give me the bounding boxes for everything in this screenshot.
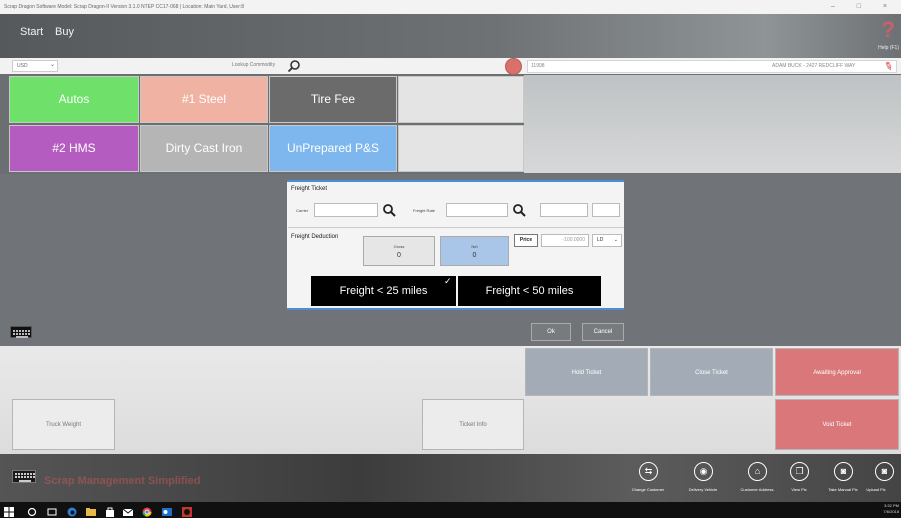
person-swap-icon[interactable]: ⇆ [639, 462, 658, 481]
edge-browser-icon[interactable] [67, 504, 77, 517]
address-icon[interactable]: ⌂ [748, 462, 767, 481]
search-icon[interactable] [27, 504, 37, 517]
mail-icon[interactable] [122, 504, 134, 516]
carrier-label: Carrier [296, 208, 309, 213]
camera-icon[interactable]: ◙ [834, 462, 853, 481]
freight-under-50-button[interactable]: Freight < 50 miles [458, 276, 601, 306]
task-view-icon[interactable] [47, 504, 57, 516]
store-icon[interactable] [105, 504, 115, 517]
car-icon[interactable]: ◉ [694, 462, 713, 481]
unit-select[interactable]: LD ⌄ [592, 234, 622, 247]
clock-date: 7/6/2018 [883, 509, 899, 514]
gross-box [363, 236, 435, 266]
commodity-tile[interactable]: Autos [9, 76, 139, 123]
commodity-tile[interactable]: #1 Steel [140, 76, 268, 123]
ok-button[interactable]: Ok [531, 323, 571, 341]
brand-watermark: Scrap Management Simplified [44, 475, 201, 487]
nav-buy[interactable]: Buy [55, 26, 74, 38]
help-icon[interactable]: ? [882, 17, 895, 43]
net-value: 0 [472, 252, 477, 259]
gross-label: Gross [393, 244, 405, 249]
carrier-input[interactable] [314, 203, 378, 217]
freight-rate-input[interactable] [446, 203, 508, 217]
commodity-tile[interactable]: Tire Fee [269, 76, 397, 123]
customer-id: 11998 [531, 63, 545, 69]
keyboard-icon[interactable] [10, 326, 32, 338]
file-explorer-icon[interactable] [86, 504, 96, 516]
freight-rate-search-icon[interactable] [512, 203, 526, 217]
freight-under-25-button[interactable]: Freight < 25 miles [311, 276, 456, 306]
app-header [0, 14, 901, 58]
unit-value: LD [597, 237, 604, 243]
freight-amount-input[interactable] [540, 203, 588, 217]
lookup-commodity-label: Lookup Commodity [232, 62, 276, 68]
close-ticket-button[interactable]: Close Ticket [650, 348, 773, 396]
commodity-grid-background [524, 75, 901, 173]
customer-tool-label: Upload Pix [866, 487, 886, 492]
chrome-icon[interactable] [142, 504, 152, 517]
freight-rate-label: Freight Rate [413, 208, 436, 213]
commodity-tile[interactable]: #2 HMS [9, 125, 139, 172]
freight-unit-input[interactable] [592, 203, 620, 217]
windows-start-icon[interactable] [4, 504, 14, 517]
price-button[interactable]: Price [514, 234, 538, 247]
commodity-tile[interactable] [398, 76, 524, 123]
chevron-down-icon: ⌄ [50, 62, 56, 68]
net-box [440, 236, 509, 266]
status-indicator [505, 58, 522, 75]
customer-name: ADAM BUCK - 2427 REDCLIFF WAY [772, 63, 856, 69]
search-icon[interactable] [287, 59, 301, 73]
gross-value: 0 [397, 252, 401, 259]
ticket-info-button[interactable]: Ticket Info [422, 399, 524, 450]
help-label: Help (F1) [878, 45, 899, 51]
freight-ticket-title: Freight Ticket [291, 186, 328, 192]
commodity-tile[interactable] [398, 125, 524, 172]
gallery-icon[interactable]: ❐ [790, 462, 809, 481]
customer-tool-label: View Pix [791, 487, 807, 492]
freight-deduction-label: Freight Deduction [291, 234, 339, 240]
customer-tool-label: Change Customer [631, 487, 665, 492]
chevron-down-icon: ⌄ [613, 237, 618, 243]
system-clock: 3:32 PM 7/6/2018 [883, 503, 899, 515]
commodity-tile[interactable]: UnPrepared P&S [269, 125, 397, 172]
selected-check-icon: ✓ [444, 276, 452, 286]
void-ticket-button[interactable]: Void Ticket [775, 399, 899, 450]
net-label: Net [471, 244, 478, 249]
customer-tool-label: Delivery Vehicle [688, 487, 718, 492]
hold-ticket-button[interactable]: Hold Ticket [525, 348, 648, 396]
price-input[interactable]: -100.0000 [541, 234, 589, 247]
camera-upload-icon[interactable]: ◙ [875, 462, 894, 481]
carrier-search-icon[interactable] [382, 203, 396, 217]
keyboard-icon[interactable] [12, 470, 36, 483]
commodity-tile[interactable]: Dirty Cast Iron [140, 125, 268, 172]
scrap-dragon-app-icon[interactable] [182, 504, 192, 517]
truck-weight-button[interactable]: Truck Weight [12, 399, 115, 450]
taskbar [0, 502, 901, 518]
window-title: Scrap Dragon Software Model: Scrap Drago… [0, 0, 901, 14]
window-controls[interactable]: – □ × [831, 0, 897, 14]
outlook-icon[interactable] [162, 504, 172, 516]
nav-start[interactable]: Start [20, 26, 43, 38]
dialog-divider [288, 227, 624, 228]
awaiting-approval-button[interactable]: Awaiting Approval [775, 348, 899, 396]
cancel-button[interactable]: Cancel [582, 323, 624, 341]
